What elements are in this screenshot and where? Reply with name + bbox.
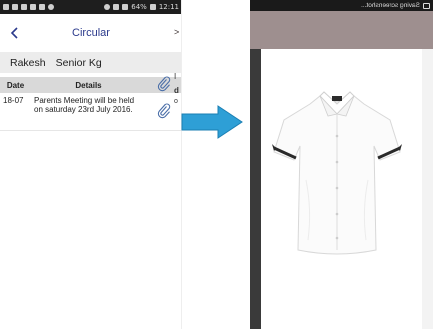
signal-icon <box>122 4 129 10</box>
paperclip-icon <box>157 103 171 121</box>
clock: 12:11 <box>158 3 179 11</box>
status-bar: 64% 12:11 <box>0 0 182 14</box>
download-icon <box>30 4 36 10</box>
table-row[interactable]: 18-07 Parents Meeting will be held on sa… <box>0 93 182 131</box>
circular-table: Date Details 18-07 Parents Meeting will … <box>0 76 182 131</box>
viewer-right-edge <box>422 49 433 329</box>
page-title: Circular <box>72 27 110 39</box>
battery-icon <box>149 4 156 10</box>
screenshot-status-text: Saving screenshot... <box>361 2 420 9</box>
edge-text: o <box>174 98 178 105</box>
chrome-icon <box>48 4 54 10</box>
signal-icon <box>113 4 120 10</box>
edge-text: > <box>174 27 180 37</box>
screenshot-icon <box>423 2 430 9</box>
viewer-toolbar <box>250 11 433 49</box>
details-column-header: Details <box>75 80 102 90</box>
student-class: Senior Kg <box>55 56 102 69</box>
right-arrow-icon <box>181 105 243 139</box>
row-details: Parents Meeting will be held on saturday… <box>34 96 135 114</box>
table-header: Date Details <box>0 76 182 94</box>
notification-icons <box>3 4 54 10</box>
back-button[interactable] <box>7 23 21 43</box>
student-info-bar: Rakesh Senior Kg <box>0 52 182 73</box>
edge-text: d <box>174 86 179 95</box>
paperclip-icon <box>157 76 171 94</box>
chevron-left-icon <box>10 27 18 39</box>
edge-text: I <box>174 72 177 81</box>
gmail-icon <box>3 4 9 10</box>
download-icon <box>39 4 45 10</box>
app-header: Circular <box>0 16 182 50</box>
screen-divider <box>181 0 182 329</box>
student-name: Rakesh <box>10 56 46 69</box>
left-phone-screen: 64% 12:11 Circular Rakesh Senior Kg Date… <box>0 0 182 329</box>
message-icon <box>21 4 27 10</box>
viewer-left-edge <box>250 49 261 329</box>
battery-percent: 64% <box>131 3 147 11</box>
status-bar: Saving screenshot... <box>250 0 433 11</box>
status-right: 64% 12:11 <box>104 3 179 11</box>
row-date: 18-07 <box>3 96 24 105</box>
wifi-icon <box>104 4 111 10</box>
shirt-image <box>272 91 402 255</box>
date-column-header: Date <box>6 80 25 90</box>
facebook-icon <box>12 4 18 10</box>
